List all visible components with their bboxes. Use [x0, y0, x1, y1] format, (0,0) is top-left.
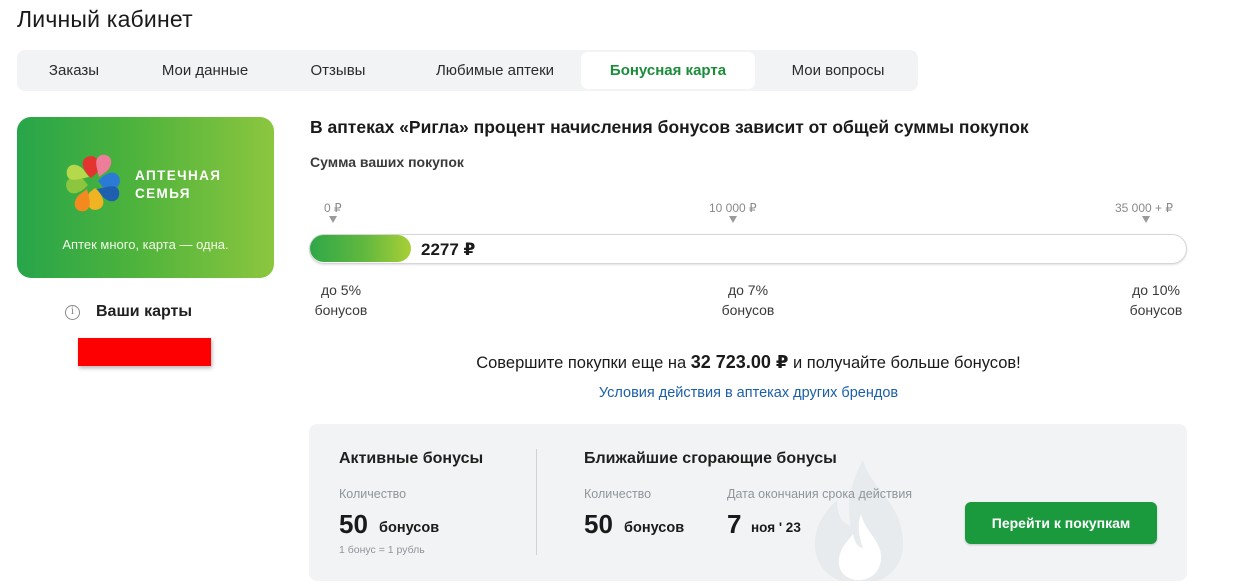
- active-qty-value: 50: [339, 509, 368, 539]
- purchase-sum-value: 2277 ₽: [421, 240, 476, 259]
- scale-marker-icon: [329, 216, 337, 223]
- redacted-card-number: [78, 338, 211, 366]
- bonus-card-image: АПТЕЧНАЯ СЕМЬЯ Аптек много, карта — одна…: [17, 117, 274, 278]
- tab-bonus-card[interactable]: Бонусная карта: [581, 52, 755, 89]
- panel-divider: [536, 449, 537, 555]
- tab-reviews[interactable]: Отзывы: [283, 52, 393, 89]
- scale-marker-icon: [729, 216, 737, 223]
- flame-icon: [814, 460, 904, 581]
- progress-fill: [310, 235, 411, 262]
- level-7-percent: до 7% бонусов: [721, 282, 775, 318]
- page-title: Личный кабинет: [17, 6, 193, 32]
- bonus-headline: В аптеках «Ригла» процент начисления бон…: [310, 117, 1029, 137]
- info-icon: i: [65, 304, 80, 320]
- promo-text: Совершите покупки еще на 32 723.00 ₽ и п…: [476, 352, 1021, 372]
- expiring-bonuses-title: Ближайшие сгорающие бонусы: [584, 450, 837, 467]
- remaining-amount: 32 723.00 ₽: [690, 352, 789, 372]
- purchase-sum-label: Сумма ваших покупок: [310, 154, 464, 170]
- card-slogan: Аптек много, карта — одна.: [62, 237, 229, 252]
- expiry-day: 7: [727, 509, 742, 539]
- other-brands-conditions-link[interactable]: Условия действия в аптеках других брендо…: [310, 385, 1187, 401]
- scale-marker-icon: [1142, 216, 1150, 223]
- go-to-shopping-button[interactable]: Перейти к покупкам: [965, 502, 1157, 544]
- expiring-qty-label: Количество: [584, 487, 652, 501]
- tab-bar: Заказы Мои данные Отзывы Любимые аптеки …: [17, 50, 918, 91]
- tab-favorite-pharmacies[interactable]: Любимые аптеки: [411, 52, 579, 89]
- level-10-percent: до 10% бонусов: [1129, 282, 1183, 318]
- tab-my-questions[interactable]: Мои вопросы: [769, 52, 907, 89]
- bonus-rate-note: 1 бонус = 1 рубль: [339, 544, 425, 556]
- expiring-qty-unit: бонусов: [624, 520, 685, 536]
- pharmacy-family-logo-icon: [66, 154, 120, 212]
- active-qty-unit: бонусов: [379, 520, 440, 536]
- card-brand-line2: СЕМЬЯ: [135, 186, 191, 201]
- expiry-month-year: ноя ' 23: [751, 520, 801, 535]
- active-bonuses-title: Активные бонусы: [339, 450, 484, 467]
- expiring-qty-value: 50: [584, 509, 613, 539]
- tab-orders[interactable]: Заказы: [22, 52, 126, 89]
- active-qty-label: Количество: [339, 487, 407, 501]
- expiry-date-label: Дата окончания срока действия: [727, 487, 913, 501]
- level-5-percent: до 5% бонусов: [314, 282, 368, 318]
- bonus-summary-panel: Активные бонусы Количество 50 бонусов 1 …: [309, 424, 1187, 581]
- card-brand-line1: АПТЕЧНАЯ: [135, 168, 222, 183]
- scale-tick-10000: 10 000 ₽: [709, 201, 757, 215]
- scale-tick-35000: 35 000 + ₽: [1115, 201, 1174, 215]
- scale-tick-0: 0 ₽: [324, 201, 342, 215]
- your-cards-label: Ваши карты: [96, 303, 193, 320]
- tab-my-data[interactable]: Мои данные: [141, 52, 269, 89]
- your-cards-link[interactable]: i Ваши карты: [65, 303, 192, 321]
